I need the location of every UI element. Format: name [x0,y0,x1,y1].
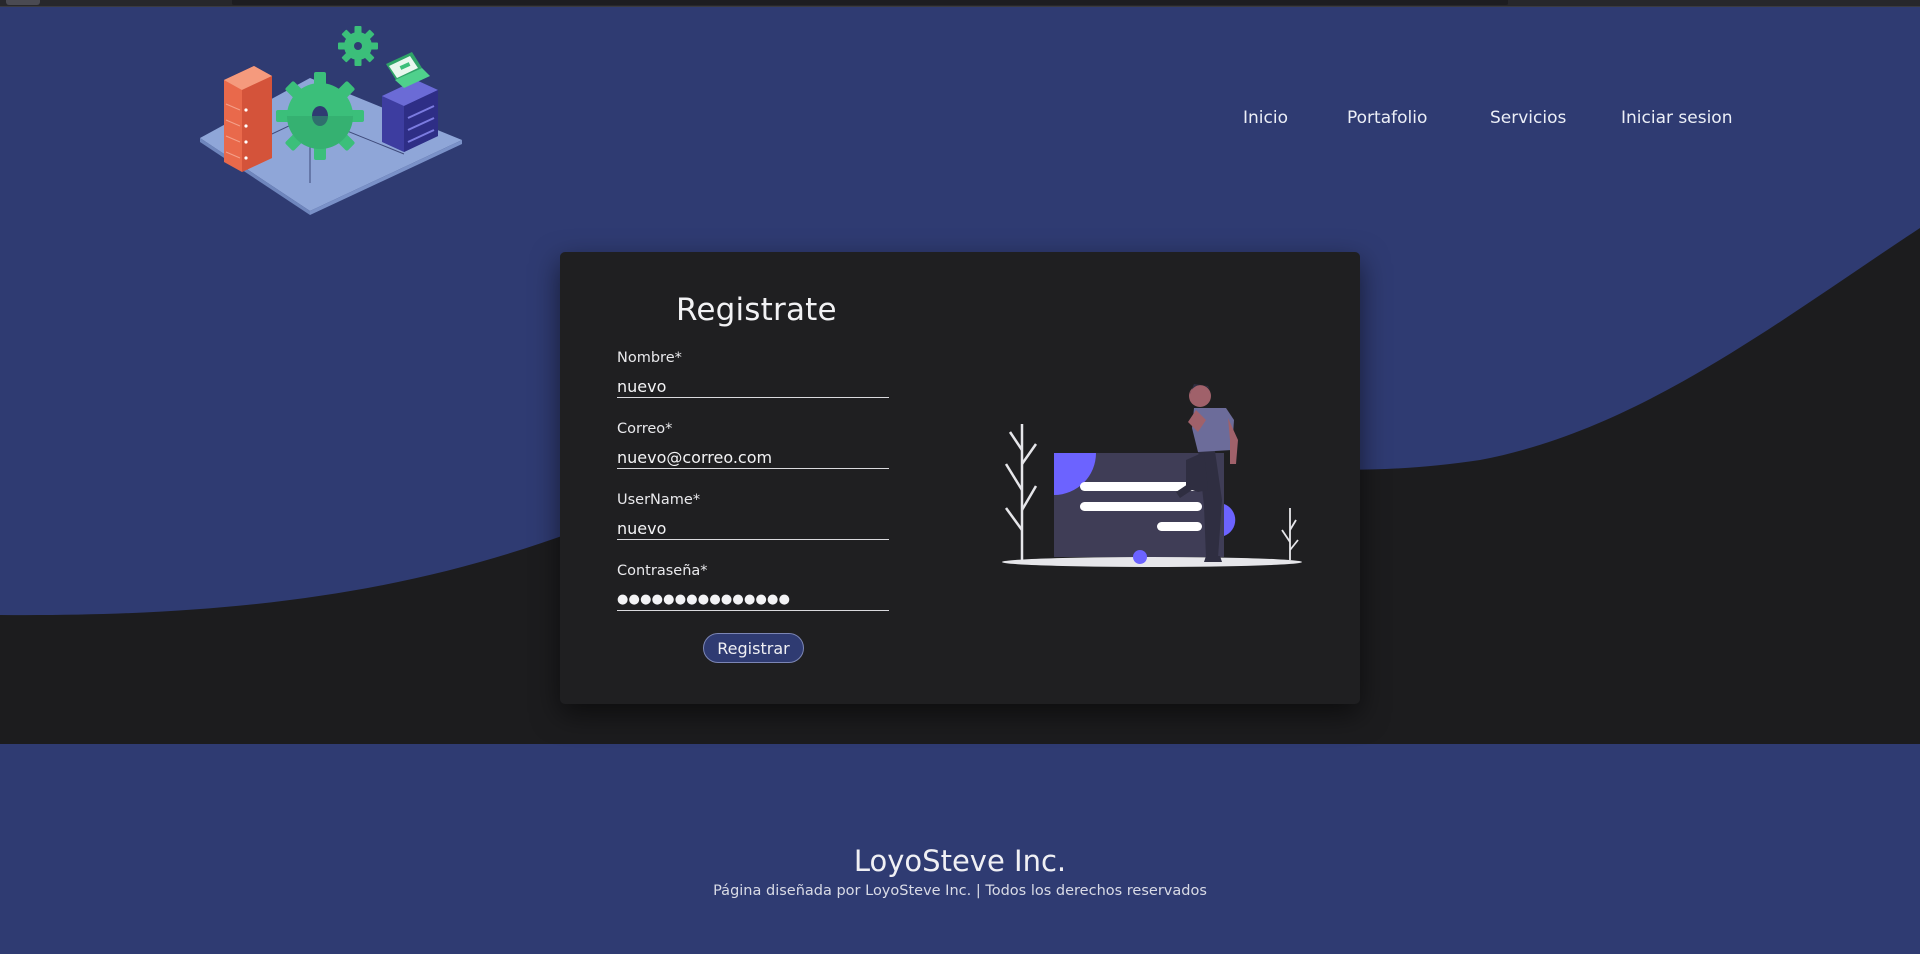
nav-link-portafolio[interactable]: Portafolio [1347,108,1427,128]
correo-label: Correo* [617,421,673,437]
username-input[interactable]: nuevo [617,518,889,540]
correo-field-group: Correo* nuevo@correo.com [617,421,889,469]
correo-input[interactable]: nuevo@correo.com [617,447,889,469]
password-input[interactable]: ●●●●●●●●●●●●●●● [617,589,889,611]
nombre-field-group: Nombre* nuevo [617,350,889,398]
site-footer: LoyoSteve Inc. Página diseñada por LoyoS… [0,744,1920,954]
nav-link-iniciar-sesion[interactable]: Iniciar sesion [1621,108,1732,128]
nombre-label: Nombre* [617,350,682,366]
register-title: Registrate [676,292,837,328]
main-nav: Inicio Portafolio Servicios Iniciar sesi… [0,108,1920,138]
registrar-button[interactable]: Registrar [703,633,804,663]
person-thinking-illustration [1002,384,1302,567]
username-label: UserName* [617,492,701,508]
footer-brand: LoyoSteve Inc. [853,844,1067,878]
password-field-group: Contraseña* ●●●●●●●●●●●●●●● [617,563,889,611]
nav-link-servicios[interactable]: Servicios [1490,108,1566,128]
password-label: Contraseña* [617,563,708,579]
nav-link-inicio[interactable]: Inicio [1243,108,1288,128]
footer-credits: Página diseñada por LoyoSteve Inc. | Tod… [713,883,1207,899]
username-field-group: UserName* nuevo [617,492,889,540]
nombre-input[interactable]: nuevo [617,376,889,398]
register-card: Registrate Nombre* nuevo Correo* nuevo@c… [560,252,1360,704]
